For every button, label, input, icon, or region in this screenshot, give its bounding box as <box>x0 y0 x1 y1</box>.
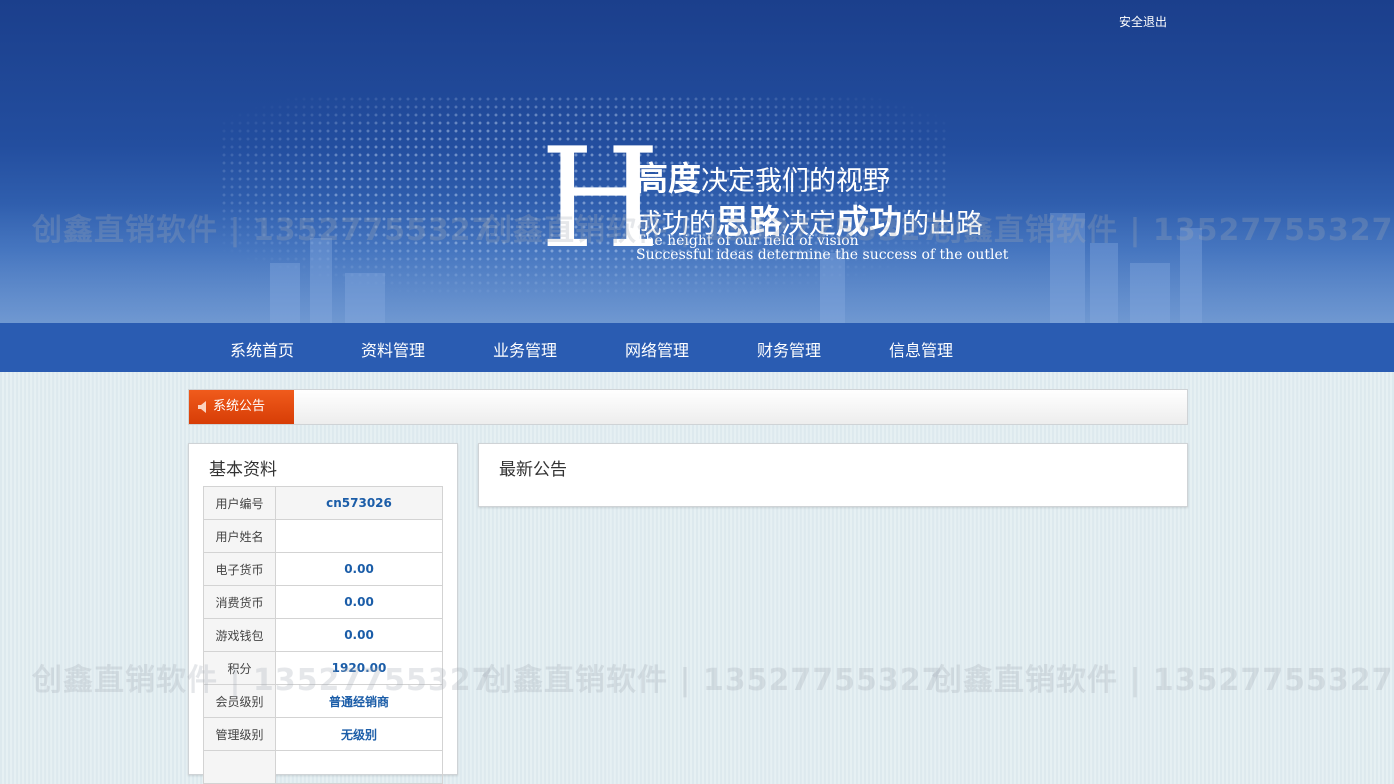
latest-announcements-panel: 最新公告 <box>478 443 1188 507</box>
table-row: 会员级别 普通经销商 <box>203 684 443 718</box>
table-row: 管理级别 无级别 <box>203 717 443 751</box>
row-label: 消费货币 <box>203 585 276 619</box>
watermark: 创鑫直销软件 | 13527755327 <box>932 663 1394 698</box>
table-row: 用户编号 cn573026 <box>203 486 443 520</box>
table-row: 电子货币 0.00 <box>203 552 443 586</box>
row-label: 用户姓名 <box>203 519 276 553</box>
nav-item-info-management[interactable]: 信息管理 <box>889 323 953 372</box>
watermark: 创鑫直销软件 | 13527755327 <box>482 663 944 698</box>
table-row: 积分 1920.00 <box>203 651 443 685</box>
row-value: 0.00 <box>275 618 443 652</box>
basic-info-table: 用户编号 cn573026 用户姓名 电子货币 0.00 消费货币 0.00 游… <box>203 486 443 784</box>
nav-item-finance-management[interactable]: 财务管理 <box>757 323 821 372</box>
row-value: cn573026 <box>275 486 443 520</box>
system-notice-bar: 系统公告 <box>188 389 1188 425</box>
row-label: 会员级别 <box>203 684 276 718</box>
row-label <box>203 750 276 784</box>
system-notice-label: 系统公告 <box>213 399 266 414</box>
slogan: H 高度决定我们的视野 成功的思路决定成功的出路 The height of o… <box>540 130 1060 270</box>
row-value: 普通经销商 <box>275 684 443 718</box>
slogan-line-1: 高度决定我们的视野 <box>635 159 890 198</box>
nav-item-business-management[interactable]: 业务管理 <box>493 323 557 372</box>
header-banner: 安全退出 H 高度决定我们的视野 成功的思路决定成功的出路 The height… <box>0 0 1394 323</box>
table-row: 游戏钱包 0.00 <box>203 618 443 652</box>
row-value: 0.00 <box>275 585 443 619</box>
table-row <box>203 750 443 784</box>
row-label: 游戏钱包 <box>203 618 276 652</box>
row-label: 积分 <box>203 651 276 685</box>
slogan-english-2: Successful ideas determine the success o… <box>636 247 1009 263</box>
speaker-icon <box>198 401 206 413</box>
nav-item-profile-management[interactable]: 资料管理 <box>361 323 425 372</box>
row-value: 无级别 <box>275 717 443 751</box>
logout-link[interactable]: 安全退出 <box>1119 13 1167 30</box>
table-row: 消费货币 0.00 <box>203 585 443 619</box>
row-label: 电子货币 <box>203 552 276 586</box>
system-notice-tab[interactable]: 系统公告 <box>189 390 294 424</box>
row-label: 管理级别 <box>203 717 276 751</box>
row-value: 1920.00 <box>275 651 443 685</box>
latest-announcements-title: 最新公告 <box>499 460 567 480</box>
row-value: 0.00 <box>275 552 443 586</box>
row-value <box>275 750 443 784</box>
table-row: 用户姓名 <box>203 519 443 553</box>
row-value <box>275 519 443 553</box>
nav-item-network-management[interactable]: 网络管理 <box>625 323 689 372</box>
row-label: 用户编号 <box>203 486 276 520</box>
basic-info-title: 基本资料 <box>209 460 277 480</box>
basic-info-panel: 基本资料 用户编号 cn573026 用户姓名 电子货币 0.00 消费货币 0… <box>188 443 458 784</box>
nav-item-home[interactable]: 系统首页 <box>230 323 294 372</box>
main-nav: 系统首页 资料管理 业务管理 网络管理 财务管理 信息管理 <box>0 323 1394 372</box>
